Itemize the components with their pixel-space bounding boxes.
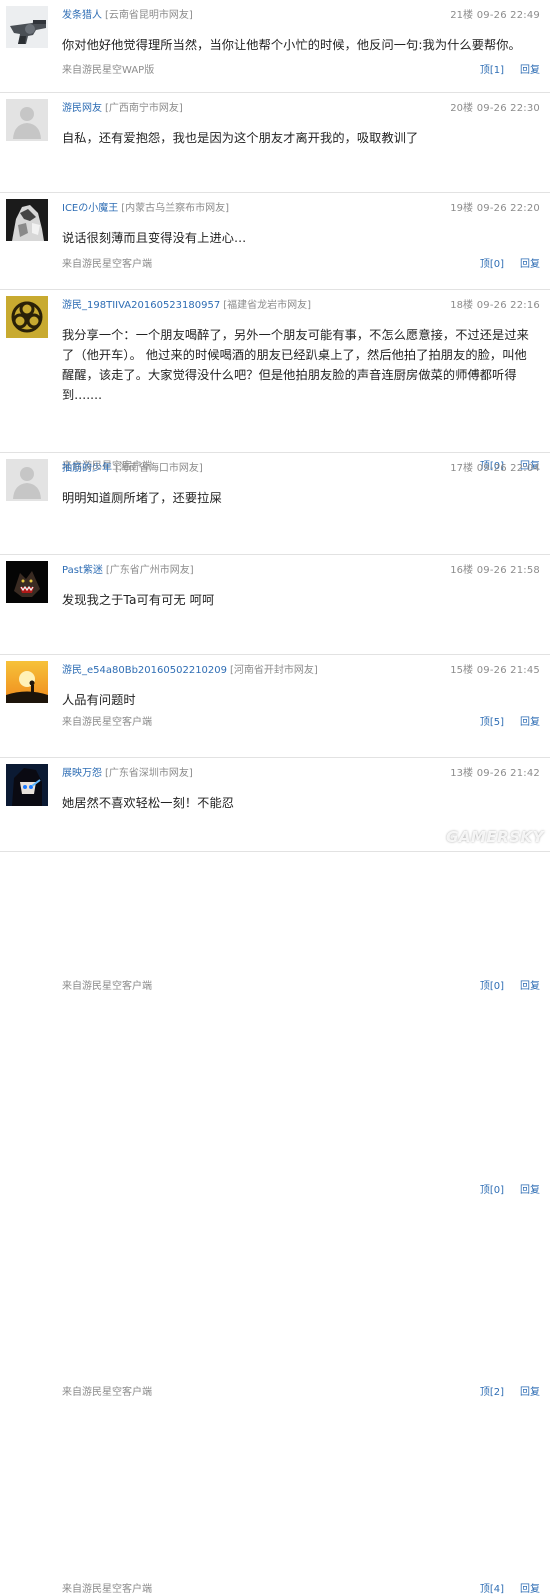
comment-header: ICEの小魔王 [内蒙古乌兰察布市网友] 19楼 09-26 22:20 bbox=[62, 202, 540, 216]
floor-number: 17楼 bbox=[450, 463, 473, 474]
user-location: [云南省昆明市网友] bbox=[105, 10, 193, 21]
comment-text: 自私，还有爱抱怨，我也是因为这个朋友才离开我的，吸取教训了 bbox=[62, 131, 419, 145]
reply-button[interactable]: 回复 bbox=[520, 65, 540, 76]
comment-time: 09-26 21:42 bbox=[476, 768, 540, 779]
comment-item: 发条猎人 [云南省昆明市网友] 21楼 09-26 22:49 你对他好他觉得理所当然，… bbox=[0, 0, 550, 93]
floor-number: 21楼 bbox=[450, 10, 473, 21]
comment-time: 09-26 21:58 bbox=[476, 565, 540, 576]
floor-number: 20楼 bbox=[450, 103, 473, 114]
comment-item: 游民_e54a80Bb20160502210209 [河南省开封市网友] 15楼 09… bbox=[0, 655, 550, 1398]
like-button[interactable]: 顶[4] bbox=[480, 1584, 504, 1595]
sunset-silhouette-avatar-icon[interactable] bbox=[6, 661, 48, 703]
comment-header: 游民_e54a80Bb20160502210209 [河南省开封市网友] 15楼 09… bbox=[62, 664, 540, 678]
comment-text: 明明知道厕所堵了，还要拉屎 bbox=[62, 491, 222, 505]
black-rock-shooter-avatar-icon[interactable] bbox=[6, 764, 48, 806]
floor-number: 13楼 bbox=[450, 768, 473, 779]
like-button[interactable]: 顶[2] bbox=[480, 1387, 504, 1398]
comment-item: 游民_198TIIVA20160523180957 [福建省龙岩市网友] 18楼 09… bbox=[0, 290, 550, 728]
reply-button[interactable]: 回复 bbox=[520, 1185, 540, 1196]
user-location: [河南省开封市网友] bbox=[230, 665, 318, 676]
comment-actions: 顶[1] 回复 bbox=[480, 61, 540, 76]
comment-source: 来自游民星空客户端 bbox=[62, 1387, 152, 1398]
username-link[interactable]: 发条猎人 bbox=[62, 10, 102, 21]
floor-number: 18楼 bbox=[450, 300, 473, 311]
snarling-wolf-avatar-icon[interactable] bbox=[6, 561, 48, 603]
comment-header: Past紫迷 [广东省广州市网友] 16楼 09-26 21:58 bbox=[62, 564, 540, 578]
username-link[interactable]: 展映万怨 bbox=[62, 768, 102, 779]
comment-header: 游民_198TIIVA20160523180957 [福建省龙岩市网友] 18楼 09… bbox=[62, 299, 540, 313]
comment-actions: 顶[0] 回复 bbox=[480, 1181, 540, 1196]
like-button[interactable]: 顶[0] bbox=[480, 1185, 504, 1196]
monochrome-anime-avatar-icon[interactable] bbox=[6, 199, 48, 241]
comment-time: 09-26 22:04 bbox=[476, 463, 540, 474]
comment-actions: 顶[0] 回复 bbox=[480, 977, 540, 992]
comment-time: 09-26 22:30 bbox=[476, 103, 540, 114]
comment-item: ICEの小魔王 [内蒙古乌兰察布市网友] 19楼 09-26 22:20 说话很刻薄而且… bbox=[0, 193, 550, 472]
comment-header: 抽筋的少年 [海南省海口市网友] 17楼 09-26 22:04 bbox=[62, 462, 540, 476]
comment-time: 09-26 22:49 bbox=[476, 10, 540, 21]
like-button[interactable]: 顶[0] bbox=[480, 981, 504, 992]
floor-number: 19楼 bbox=[450, 203, 473, 214]
like-button[interactable]: 顶[1] bbox=[480, 65, 504, 76]
comment-text: 人品有问题时 bbox=[62, 693, 136, 707]
floor-number: 16楼 bbox=[450, 565, 473, 576]
comment-source: 来自游民星空客户端 bbox=[62, 1584, 152, 1595]
comment-time: 09-26 22:16 bbox=[476, 300, 540, 311]
comment-text: 我分享一个：一个朋友喝醉了，另外一个朋友可能有事，不怎么愿意接，不过还是过来了（… bbox=[62, 328, 529, 402]
user-location: [广西南宁市网友] bbox=[105, 103, 183, 114]
username-link[interactable]: 游民网友 bbox=[62, 103, 102, 114]
comment-text: 说话很刻薄而且变得没有上进心… bbox=[62, 231, 247, 245]
user-location: [内蒙古乌兰察布市网友] bbox=[121, 203, 230, 214]
comment-source: 来自游民星空WAP版 bbox=[62, 65, 155, 76]
username-link[interactable]: 游民_e54a80Bb20160502210209 bbox=[62, 665, 227, 676]
comment-item: 游民网友 [广西南宁市网友] 20楼 09-26 22:30 自私，还有爱抱怨，我也是因… bbox=[0, 93, 550, 270]
comment-header: 发条猎人 [云南省昆明市网友] 21楼 09-26 22:49 bbox=[62, 9, 540, 23]
comment-text: 你对他好他觉得理所当然，当你让他帮个小忙的时候，他反问一句:我为什么要帮你。 bbox=[62, 38, 521, 52]
biohazard-avatar-icon[interactable] bbox=[6, 296, 48, 338]
comment-item: Past紫迷 [广东省广州市网友] 16楼 09-26 21:58 发现我之于Ta可有可… bbox=[0, 555, 550, 1196]
default-user-avatar-icon[interactable] bbox=[6, 99, 48, 141]
comment-item: 抽筋的少年 [海南省海口市网友] 17楼 09-26 22:04 明明知道厕所堵了，还要… bbox=[0, 453, 550, 992]
comment-header: 游民网友 [广西南宁市网友] 20楼 09-26 22:30 bbox=[62, 102, 540, 116]
gamersky-watermark: GAMERSKY bbox=[446, 828, 544, 846]
reply-button[interactable]: 回复 bbox=[520, 981, 540, 992]
user-location: [海南省海口市网友] bbox=[115, 463, 203, 474]
comment-actions: 顶[2] 回复 bbox=[480, 1383, 540, 1398]
user-location: [福建省龙岩市网友] bbox=[223, 300, 312, 311]
username-link[interactable]: ICEの小魔王 bbox=[62, 203, 118, 214]
comment-time: 09-26 22:20 bbox=[476, 203, 540, 214]
user-location: [广东省广州市网友] bbox=[105, 565, 194, 576]
comment-time: 09-26 21:45 bbox=[476, 665, 540, 676]
floor-number: 15楼 bbox=[450, 665, 473, 676]
username-link[interactable]: 抽筋的少年 bbox=[62, 463, 112, 474]
comment-source: 来自游民星空客户端 bbox=[62, 981, 152, 992]
username-link[interactable]: Past紫迷 bbox=[62, 565, 103, 576]
revolver-avatar-icon[interactable] bbox=[6, 6, 48, 48]
default-user-avatar-icon[interactable] bbox=[6, 459, 48, 501]
username-link[interactable]: 游民_198TIIVA20160523180957 bbox=[62, 300, 220, 311]
comment-header: 展映万怨 [广东省深圳市网友] 13楼 09-26 21:42 bbox=[62, 767, 540, 781]
comment-actions: 顶[4] 回复 bbox=[480, 1580, 540, 1595]
comment-text: 她居然不喜欢轻松一刻！不能忍 bbox=[62, 796, 235, 810]
user-location: [广东省深圳市网友] bbox=[105, 768, 193, 779]
reply-button[interactable]: 回复 bbox=[520, 1584, 540, 1595]
reply-button[interactable]: 回复 bbox=[520, 1387, 540, 1398]
comment-text: 发现我之于Ta可有可无 呵呵 bbox=[62, 593, 215, 607]
